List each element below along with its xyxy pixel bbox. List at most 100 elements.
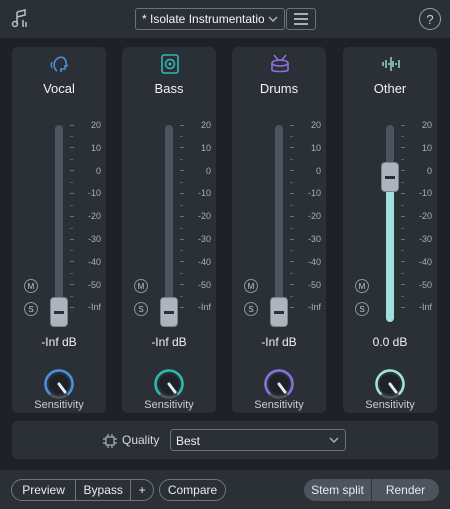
music-note-icon[interactable] (10, 8, 32, 30)
tick-mark (180, 306, 184, 308)
scale-tick: -10 (401, 187, 435, 199)
scale-tick: -50 (401, 279, 435, 291)
preset-dropdown[interactable]: * Isolate Instrumentation (135, 8, 285, 30)
scale-label: -Inf (418, 302, 432, 313)
fader-scale: 20 10 0 -10 -20 -30 -40 -50 -Inf (401, 119, 435, 319)
tick-mark (290, 147, 294, 149)
scale-tick: -20 (70, 210, 104, 222)
mute-button[interactable]: M (24, 279, 38, 293)
sensitivity-knob[interactable] (262, 367, 296, 401)
sensitivity-knob[interactable] (373, 367, 407, 401)
tick-mark (401, 215, 405, 217)
chevron-down-icon (268, 16, 278, 23)
tick-mark (180, 124, 184, 126)
scale-tick: -30 (290, 233, 324, 245)
minor-tick (180, 159, 183, 161)
tick-mark (401, 124, 405, 126)
fader-handle[interactable] (50, 297, 68, 327)
scale-tick: 20 (180, 119, 214, 131)
fader-track[interactable] (55, 125, 63, 322)
menu-button[interactable] (286, 8, 316, 30)
channel-name: Vocal (43, 81, 75, 96)
minor-tick (401, 182, 404, 183)
scale-label: -Inf (87, 302, 101, 313)
fader-scale: 20 10 0 -10 -20 -30 -40 -50 -Inf (180, 119, 214, 319)
scale-label: 0 (205, 165, 211, 176)
tick-mark (70, 147, 74, 149)
preview-button[interactable]: Preview (12, 480, 75, 500)
hamburger-icon (294, 13, 308, 25)
speaker-icon (161, 54, 179, 74)
fader-handle[interactable] (160, 297, 178, 327)
render-group: Stem split Render (304, 479, 439, 501)
add-button[interactable]: + (131, 480, 153, 500)
fader-handle[interactable] (270, 297, 288, 327)
level-readout: 0.0 dB (372, 335, 408, 349)
scale-tick: 10 (70, 142, 104, 154)
scale-label: 10 (421, 142, 432, 153)
scale-tick: -10 (180, 187, 214, 199)
scale-tick: 10 (401, 142, 435, 154)
bypass-button[interactable]: Bypass (76, 480, 130, 500)
scale-label: -40 (418, 256, 432, 267)
minor-tick (290, 182, 293, 183)
scale-label: -20 (197, 211, 211, 222)
compare-button[interactable]: Compare (159, 479, 226, 501)
scale-tick: -Inf (70, 301, 104, 313)
scale-tick: -20 (290, 210, 324, 222)
quality-dropdown[interactable]: Best (170, 429, 346, 451)
solo-button[interactable]: S (355, 302, 369, 316)
compare-label: Compare (167, 483, 218, 497)
scale-tick: 10 (180, 142, 214, 154)
scale-tick: 20 (401, 119, 435, 131)
sensitivity-knob[interactable] (152, 367, 186, 401)
scale-tick: 0 (401, 165, 435, 177)
stem-split-button[interactable]: Stem split (304, 479, 371, 501)
help-button[interactable]: ? (419, 8, 441, 30)
sensitivity-knob[interactable] (42, 367, 76, 401)
fader-track[interactable] (275, 125, 283, 322)
scale-label: -10 (418, 188, 432, 199)
solo-button[interactable]: S (244, 302, 258, 316)
tick-mark (401, 170, 405, 172)
tick-mark (290, 215, 294, 217)
minor-tick (70, 273, 73, 275)
fader-track[interactable] (165, 125, 173, 322)
minor-tick (401, 273, 404, 275)
mute-button[interactable]: M (355, 279, 369, 293)
solo-button[interactable]: S (24, 302, 38, 316)
minor-tick (401, 227, 404, 229)
minor-tick (290, 296, 293, 297)
quality-label: Quality (122, 433, 160, 447)
scale-label: -40 (307, 256, 321, 267)
tick-mark (180, 192, 184, 194)
mute-button[interactable]: M (134, 279, 148, 293)
tick-mark (70, 238, 74, 240)
channel-strip-drums: Drums 20 10 0 -10 -20 -30 -40 -50 -Inf M… (232, 47, 326, 413)
minor-tick (401, 204, 404, 206)
scale-label: 20 (90, 120, 101, 130)
tick-mark (70, 124, 74, 126)
scale-tick: -10 (290, 187, 324, 199)
minor-tick (401, 250, 404, 252)
scale-tick: -Inf (180, 301, 214, 313)
minor-tick (180, 227, 183, 229)
minor-tick (180, 273, 183, 275)
mute-button[interactable]: M (244, 279, 258, 293)
scale-tick: -10 (70, 187, 104, 199)
tick-mark (401, 192, 405, 194)
chevron-down-icon (329, 437, 339, 444)
top-bar: * Isolate Instrumentation ? (0, 0, 450, 38)
tick-mark (180, 284, 184, 286)
tick-mark (290, 306, 294, 308)
fader-track[interactable] (386, 125, 394, 322)
level-readout: -Inf dB (151, 335, 187, 349)
bottom-bar: Preview Bypass + Compare Stem split Rend… (0, 470, 450, 509)
solo-button[interactable]: S (134, 302, 148, 316)
fader-handle[interactable] (381, 162, 399, 192)
channel-strip-bass: Bass 20 10 0 -10 -20 -30 -40 -50 -Inf M … (122, 47, 216, 413)
tick-mark (70, 215, 74, 217)
preset-name: * Isolate Instrumentation (142, 12, 264, 26)
tick-mark (180, 261, 184, 263)
render-button[interactable]: Render (372, 479, 439, 501)
